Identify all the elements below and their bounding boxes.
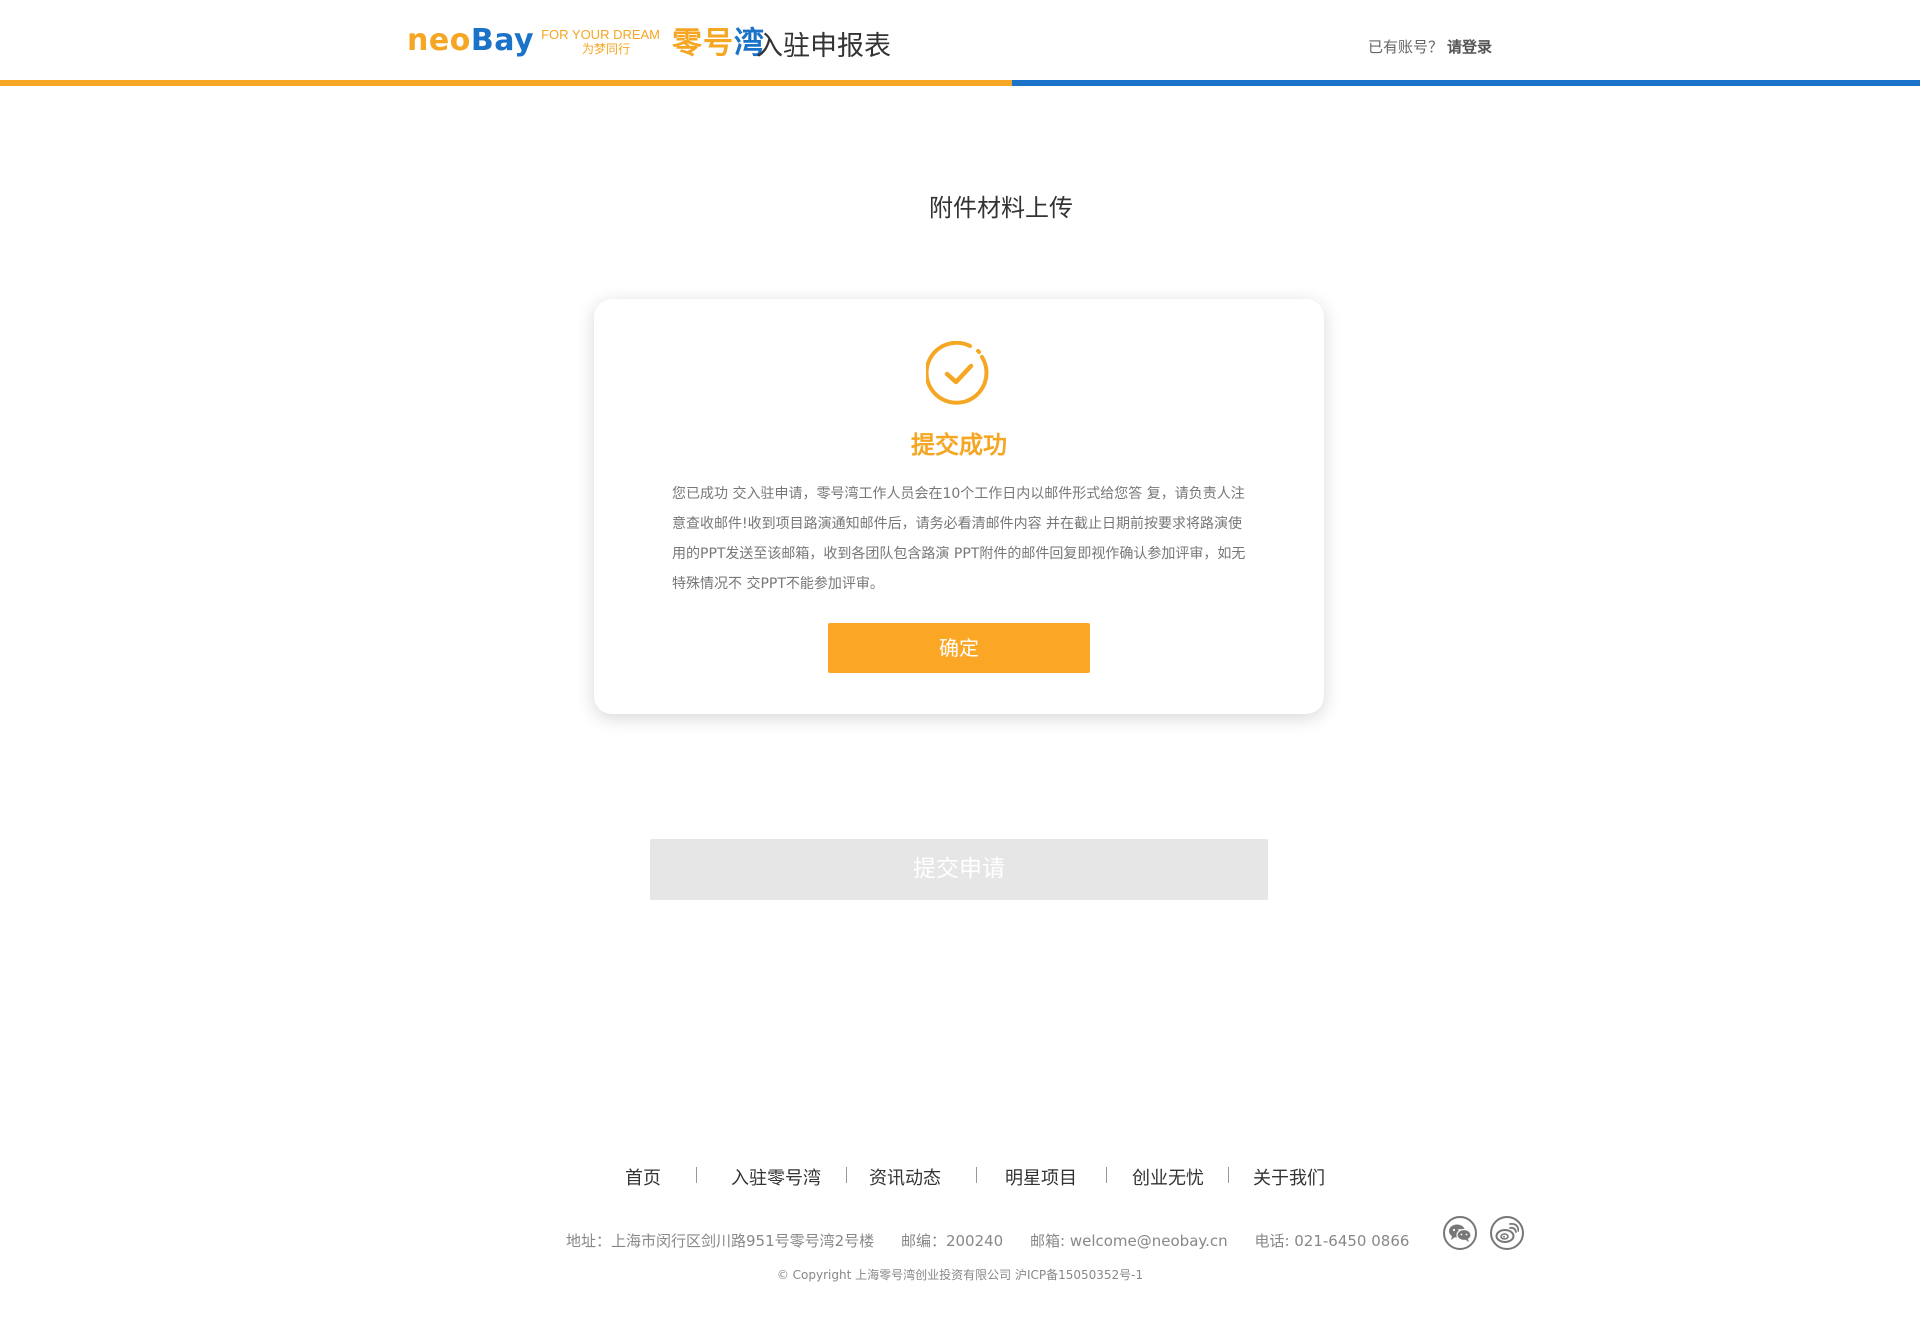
login-link[interactable]: 请登录 (1447, 38, 1492, 56)
header: neo Bay FOR YOUR DREAM 为梦同行 零号湾 入驻申报表 已有账… (0, 0, 1920, 86)
logo-slogan-en: FOR YOUR DREAM (541, 27, 661, 42)
progress-bar (0, 80, 1920, 86)
success-message: 您已成功 交入驻申请，零号湾工作人员会在10个工作日内以邮件形式给您答 复，请负… (672, 486, 1246, 592)
logo-name-part1: 零号 (672, 26, 735, 61)
footer-contact-info: 地址：上海市闵行区剑川路951号零号湾2号楼 邮编：200240 邮箱: wel… (566, 1230, 1431, 1251)
logo-slogan-cn: 为梦同行 (582, 42, 631, 56)
logo-slogan: FOR YOUR DREAM 为梦同行 (541, 27, 661, 57)
check-circle-icon (926, 341, 989, 405)
footer-nav-news[interactable]: 资讯动态 (869, 1164, 941, 1190)
progress-bar-fill (0, 80, 1012, 86)
footer-email: 邮箱: welcome@neobay.cn (1030, 1232, 1228, 1250)
neobay-logo[interactable]: neo Bay FOR YOUR DREAM 为梦同行 零号湾 (407, 18, 765, 62)
login-prompt: 已有账号？ (1368, 38, 1444, 56)
wechat-glyph (1449, 1224, 1472, 1242)
wechat-icon[interactable] (1443, 1216, 1477, 1250)
logo-brand-bay: Bay (470, 22, 535, 58)
success-title: 提交成功 (911, 431, 1007, 459)
footer-nav-about[interactable]: 关于我们 (1253, 1164, 1325, 1190)
logo-brand-neo: neo (407, 22, 471, 58)
weibo-glyph (1495, 1222, 1519, 1243)
success-dialog: 提交成功 您已成功 交入驻申请，零号湾工作人员会在10个工作日内以邮件形式给您答… (594, 299, 1324, 714)
weibo-icon[interactable] (1490, 1216, 1524, 1250)
footer-nav-divider (696, 1167, 697, 1183)
footer-nav-home[interactable]: 首页 (625, 1164, 661, 1190)
footer-nav-divider (846, 1167, 847, 1183)
footer-nav-star-projects[interactable]: 明星项目 (1005, 1164, 1077, 1190)
login-area: 已有账号？ 请登录 (1368, 36, 1492, 57)
footer-phone: 电话: 021-6450 0866 (1254, 1232, 1410, 1250)
page-title: 入驻申报表 (756, 31, 891, 62)
section-title: 附件材料上传 (929, 194, 1073, 222)
logo-chinese-name: 零号湾 (672, 18, 765, 62)
submit-application-button[interactable]: 提交申请 (650, 839, 1268, 900)
footer-nav-divider (1228, 1167, 1229, 1183)
footer-nav-join[interactable]: 入驻零号湾 (731, 1164, 821, 1190)
footer-address: 地址：上海市闵行区剑川路951号零号湾2号楼 (566, 1232, 875, 1250)
footer-nav-divider (976, 1167, 977, 1183)
footer-postcode: 邮编：200240 (900, 1232, 1004, 1250)
footer-nav: 首页 入驻零号湾 资讯动态 明星项目 创业无忧 关于我们 (0, 1164, 1920, 1194)
footer-nav-divider (1106, 1167, 1107, 1183)
confirm-button[interactable]: 确定 (828, 623, 1090, 673)
copyright-text: © Copyright 上海零号湾创业投资有限公司 沪ICP备15050352号… (776, 1268, 1144, 1282)
footer-nav-startup-support[interactable]: 创业无忧 (1132, 1164, 1204, 1190)
